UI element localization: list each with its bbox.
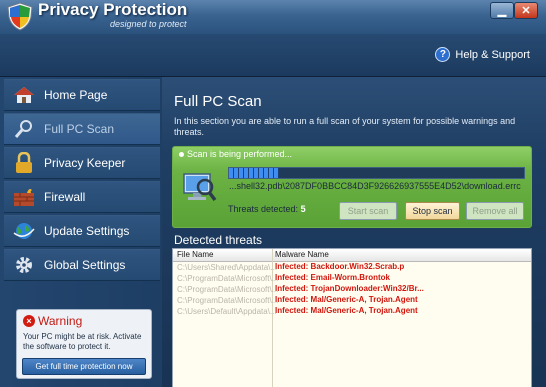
- detected-threats-title: Detected threats: [174, 233, 263, 247]
- scan-progress-bar: [228, 167, 525, 179]
- sidebar-item-label: Update Settings: [44, 224, 130, 238]
- shield-logo-icon: [7, 2, 33, 31]
- row-malware: Infected: Mal/Generic-A, Trojan.Agent: [275, 306, 418, 315]
- column-malware-name[interactable]: Malware Name: [275, 250, 329, 259]
- start-scan-button[interactable]: Start scan: [339, 202, 397, 220]
- row-file-path: C:\ProgramData\Microsoft\...: [177, 296, 279, 305]
- house-icon: [12, 84, 36, 106]
- monitor-scan-icon: [183, 173, 217, 202]
- error-x-icon: ×: [23, 315, 35, 327]
- sidebar-item-privacy-keeper[interactable]: Privacy Keeper: [4, 147, 160, 179]
- threats-label: Threats detected:: [228, 204, 299, 214]
- remove-all-button[interactable]: Remove all: [466, 202, 524, 220]
- row-malware: Infected: Email-Worm.Brontok: [275, 273, 390, 282]
- help-support-link[interactable]: ? Help & Support: [435, 47, 530, 62]
- sidebar-item-update-settings[interactable]: Update Settings: [4, 215, 160, 247]
- stop-scan-button[interactable]: Stop scan: [405, 202, 460, 220]
- minimize-button[interactable]: ▁: [490, 2, 514, 19]
- row-file-path: C:\Users\Default\Appdata\...: [177, 307, 277, 316]
- warning-title-text: Warning: [38, 314, 83, 328]
- sidebar-item-label: Global Settings: [44, 258, 126, 272]
- padlock-icon: [12, 152, 36, 174]
- sidebar-item-full-pc-scan[interactable]: Full PC Scan: [4, 113, 160, 145]
- threats-detected: Threats detected: 5: [228, 204, 306, 214]
- row-malware: Infected: Mal/Generic-A, Trojan.Agent: [275, 295, 418, 304]
- globe-icon: [12, 220, 36, 242]
- row-file-path: C:\ProgramData\Microsoft\...: [177, 285, 279, 294]
- table-row[interactable]: C:\ProgramData\Microsoft\... Infected: M…: [173, 295, 531, 306]
- row-malware: Infected: TrojanDownloader:Win32/Br...: [275, 284, 424, 293]
- sidebar-item-global-settings[interactable]: Global Settings: [4, 249, 160, 281]
- table-row[interactable]: C:\ProgramData\Microsoft\... Infected: E…: [173, 273, 531, 284]
- scan-progress-fill: [229, 168, 280, 178]
- column-file-name[interactable]: File Name: [177, 250, 213, 259]
- sidebar-item-home[interactable]: Home Page: [4, 79, 160, 111]
- scan-status: Scan is being performed...: [179, 149, 292, 159]
- scan-panel: Scan is being performed... ...shell32.pd…: [172, 146, 532, 228]
- app-window: Privacy Protection designed to protect ▁…: [0, 0, 546, 387]
- page-description: In this section you are able to run a fu…: [174, 116, 516, 137]
- get-protection-button[interactable]: Get full time protection now: [22, 358, 146, 375]
- scan-status-text: Scan is being performed...: [187, 149, 293, 159]
- sidebar-item-label: Home Page: [44, 88, 108, 102]
- app-title: Privacy Protection: [38, 0, 188, 19]
- table-row[interactable]: C:\Users\Default\Appdata\... Infected: M…: [173, 306, 531, 317]
- warning-text: Your PC might be at risk. Activate the s…: [23, 332, 142, 351]
- sidebar-item-label: Privacy Keeper: [44, 156, 126, 170]
- sidebar-item-label: Firewall: [44, 190, 86, 204]
- magnifier-icon: [12, 118, 36, 140]
- sidebar-item-label: Full PC Scan: [44, 122, 115, 136]
- close-button[interactable]: ✕: [514, 2, 538, 19]
- row-file-path: C:\ProgramData\Microsoft\...: [177, 274, 279, 283]
- threats-count: 5: [300, 204, 306, 214]
- sidebar-item-firewall[interactable]: Firewall: [4, 181, 160, 213]
- main-panel: Full PC Scan In this section you are abl…: [164, 77, 546, 387]
- warning-title: × Warning: [23, 314, 82, 328]
- firewall-icon: [12, 186, 36, 208]
- table-row[interactable]: C:\ProgramData\Microsoft\... Infected: T…: [173, 284, 531, 295]
- status-dot-icon: [179, 151, 184, 157]
- gear-icon: [12, 254, 36, 276]
- warning-panel: × Warning Your PC might be at risk. Acti…: [16, 309, 152, 379]
- scan-current-file: ...shell32.pdb\2087DF0BBCC84D3F926626937…: [229, 181, 521, 191]
- table-row[interactable]: C:\Users\Shared\Appdata\... Infected: Ba…: [173, 262, 531, 273]
- page-title: Full PC Scan: [174, 93, 262, 110]
- title-bar: Privacy Protection designed to protect ▁…: [0, 0, 546, 34]
- row-malware: Infected: Backdoor.Win32.Scrab.p: [275, 262, 405, 271]
- row-file-path: C:\Users\Shared\Appdata\...: [177, 263, 278, 272]
- threats-table[interactable]: File Name Malware Name C:\Users\Shared\A…: [172, 248, 532, 387]
- help-icon: ?: [435, 47, 451, 62]
- help-label: Help & Support: [455, 48, 530, 61]
- app-subtitle: designed to protect: [110, 19, 187, 29]
- table-header: File Name Malware Name: [173, 249, 531, 262]
